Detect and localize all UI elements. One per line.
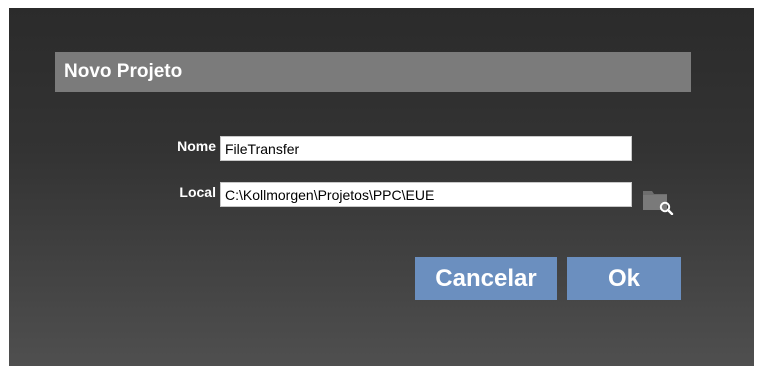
browse-folder-button[interactable] xyxy=(641,185,675,216)
location-label: Local xyxy=(179,184,216,200)
name-label: Nome xyxy=(177,138,216,154)
new-project-dialog: Novo Projeto Nome Local Cancelar Ok xyxy=(9,8,754,366)
cancel-button[interactable]: Cancelar xyxy=(415,257,557,300)
ok-button[interactable]: Ok xyxy=(567,257,681,300)
dialog-title: Novo Projeto xyxy=(64,61,183,82)
location-input[interactable] xyxy=(220,182,632,207)
dialog-title-bar: Novo Projeto xyxy=(55,52,691,92)
folder-search-icon xyxy=(643,191,674,216)
name-input[interactable] xyxy=(220,136,632,161)
